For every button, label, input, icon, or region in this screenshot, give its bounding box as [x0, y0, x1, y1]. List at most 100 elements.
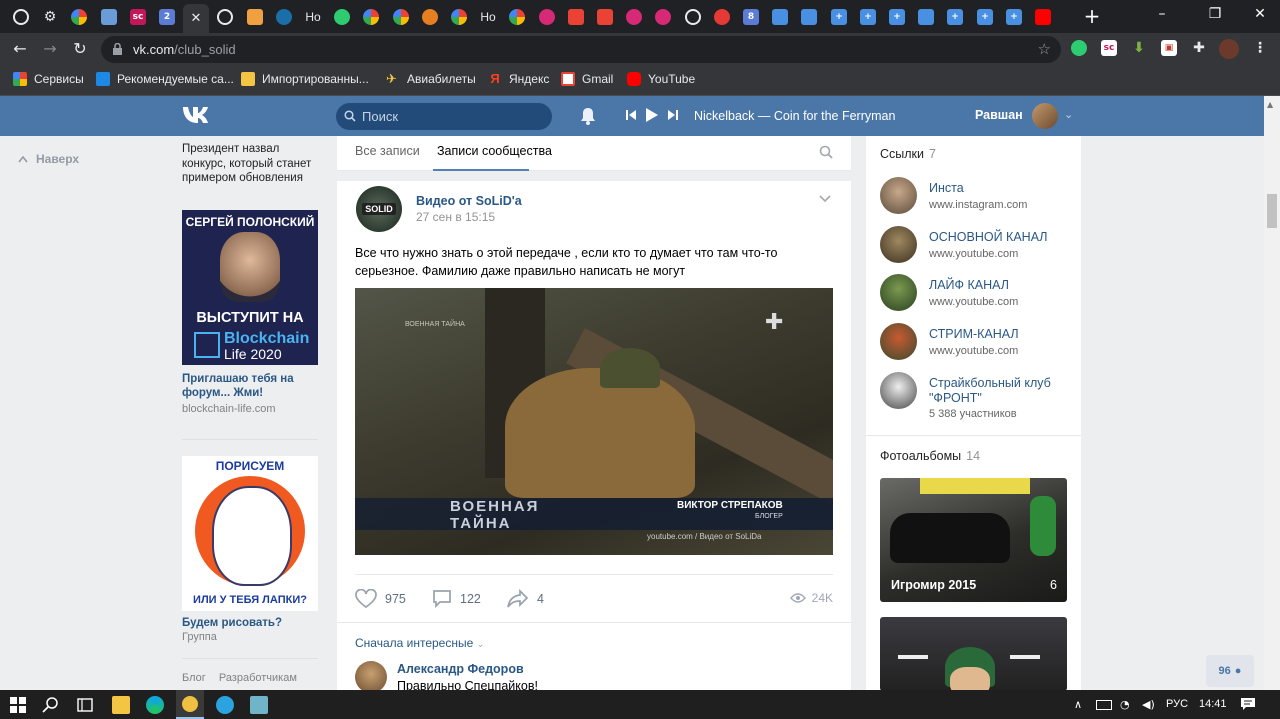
- browser-tab[interactable]: [504, 5, 530, 29]
- browser-tab[interactable]: [329, 5, 355, 29]
- browser-tab[interactable]: [709, 5, 735, 29]
- browser-tab[interactable]: [388, 5, 414, 29]
- browser-tab[interactable]: +: [942, 5, 968, 29]
- browser-tab[interactable]: +: [884, 5, 910, 29]
- extension-app-icon[interactable]: ▣: [1161, 40, 1177, 56]
- task-view-icon[interactable]: [76, 696, 94, 714]
- link-item[interactable]: Страйкбольный клуб "ФРОНТ" 5 388 участни…: [880, 372, 1080, 422]
- bookmark-recommended[interactable]: Рекомендуемые са...: [96, 72, 234, 86]
- search-icon[interactable]: [819, 145, 833, 159]
- ad1-link[interactable]: Приглашаю тебя на форум... Жми!: [182, 372, 318, 400]
- browser-tab[interactable]: [680, 5, 706, 29]
- current-track[interactable]: Nickelback — Coin for the Ferryman: [694, 109, 895, 123]
- bookmark-star-icon[interactable]: ☆: [1038, 40, 1051, 58]
- battery-icon[interactable]: [1096, 700, 1112, 710]
- browser-tab[interactable]: [621, 5, 647, 29]
- chevron-down-icon[interactable]: [819, 195, 831, 203]
- bookmark-imported[interactable]: Импортированны...: [241, 72, 369, 86]
- notifications-icon[interactable]: [1240, 697, 1256, 711]
- profile-avatar[interactable]: [1219, 39, 1239, 59]
- extension-green-icon[interactable]: [1071, 40, 1087, 56]
- chevron-down-icon[interactable]: ⌄: [1064, 108, 1073, 121]
- extension-sc-icon[interactable]: sc: [1101, 40, 1117, 56]
- browser-tab[interactable]: Ho: [300, 5, 326, 29]
- scroll-up-arrow-icon[interactable]: ▲: [1267, 100, 1273, 109]
- vk-search-input[interactable]: Поиск: [336, 103, 552, 130]
- link-item[interactable]: ЛАЙФ КАНАЛ www.youtube.com: [880, 274, 1080, 314]
- back-icon[interactable]: ←: [10, 39, 30, 58]
- like-button[interactable]: 975: [355, 589, 406, 608]
- tab-community-posts[interactable]: Записи сообщества: [437, 144, 552, 158]
- drawing-ad-image[interactable]: ПОРИСУЕМ ИЛИ У ТЕБЯ ЛАПКИ?: [182, 456, 318, 611]
- extension-download-icon[interactable]: ⬇: [1131, 40, 1147, 56]
- link-item[interactable]: ОСНОВНОЙ КАНАЛ www.youtube.com: [880, 226, 1080, 266]
- menu-icon[interactable]: ⋮: [1252, 40, 1268, 56]
- comments-sort-dropdown[interactable]: Сначала интересные ⌄: [355, 636, 484, 650]
- minimize-icon[interactable]: –: [1152, 6, 1172, 22]
- file-explorer-icon[interactable]: [112, 696, 130, 714]
- share-button[interactable]: 4: [507, 589, 544, 608]
- browser-tab[interactable]: Ho: [475, 5, 501, 29]
- browser-tab[interactable]: 8: [738, 5, 764, 29]
- links-header[interactable]: Ссылки 7: [880, 147, 936, 161]
- browser-tab[interactable]: [417, 5, 443, 29]
- extensions-puzzle-icon[interactable]: ✚: [1191, 40, 1207, 56]
- browser-tab[interactable]: [563, 5, 589, 29]
- page-scrollbar[interactable]: ▲: [1264, 96, 1280, 690]
- browser-tab[interactable]: ✕: [183, 4, 209, 33]
- scroll-to-top-button[interactable]: Наверх: [18, 152, 79, 166]
- browser-tab[interactable]: +: [855, 5, 881, 29]
- blockchain-ad-image[interactable]: СЕРГЕЙ ПОЛОНСКИЙ ВЫСТУПИТ НА Blockchain …: [182, 210, 318, 365]
- link-item[interactable]: СТРИМ-КАНАЛ www.youtube.com: [880, 323, 1080, 363]
- bookmark-services[interactable]: Сервисы: [13, 72, 84, 86]
- post-author[interactable]: Видео от SoLiD'a: [416, 194, 522, 208]
- browser-tab[interactable]: [592, 5, 618, 29]
- albums-header[interactable]: Фотоальбомы 14: [880, 449, 980, 463]
- vk-logo[interactable]: [181, 105, 213, 127]
- search-icon[interactable]: [42, 696, 60, 714]
- close-window-icon[interactable]: ✕: [1250, 6, 1270, 22]
- scrollbar-thumb[interactable]: [1267, 194, 1277, 228]
- browser-tab[interactable]: [212, 5, 238, 29]
- browser-tab[interactable]: [271, 5, 297, 29]
- commenter-avatar[interactable]: [355, 661, 387, 693]
- previous-track-icon[interactable]: [626, 110, 636, 120]
- browser-tab[interactable]: [96, 5, 122, 29]
- notepad-icon[interactable]: [250, 696, 268, 714]
- forward-icon[interactable]: →: [40, 39, 60, 58]
- browser-tab[interactable]: [767, 5, 793, 29]
- maximize-icon[interactable]: ❐: [1205, 6, 1225, 22]
- user-avatar[interactable]: [1032, 103, 1058, 129]
- bookmark-gmail[interactable]: Gmail: [561, 72, 613, 86]
- telegram-icon[interactable]: [216, 696, 234, 714]
- author-avatar[interactable]: SOLID: [356, 186, 402, 232]
- user-name[interactable]: Равшан: [975, 108, 1023, 122]
- tab-all-posts[interactable]: Все записи: [355, 144, 420, 158]
- network-icon[interactable]: ◔: [1120, 698, 1130, 711]
- bookmark-flights[interactable]: ✈ Авиабилеты: [386, 72, 476, 87]
- bookmark-yandex[interactable]: Я Яндекс: [488, 72, 549, 87]
- browser-tab[interactable]: [66, 5, 92, 29]
- ad2-link[interactable]: Будем рисовать?: [182, 616, 282, 630]
- next-track-icon[interactable]: [668, 110, 678, 120]
- browser-tab[interactable]: +: [1001, 5, 1027, 29]
- volume-icon[interactable]: ◀): [1142, 698, 1155, 711]
- footer-link-blog[interactable]: Блог: [182, 672, 206, 684]
- edge-icon[interactable]: [146, 696, 164, 714]
- clock[interactable]: 14:41: [1199, 698, 1227, 710]
- address-bar[interactable]: vk.com/club_solid ☆: [101, 36, 1061, 63]
- ad1-domain[interactable]: blockchain-life.com: [182, 402, 318, 416]
- play-icon[interactable]: ✚: [765, 310, 783, 335]
- album-card[interactable]: Игромир 2015 6: [880, 478, 1067, 602]
- post-date[interactable]: 27 сен в 15:15: [416, 210, 495, 224]
- bell-icon[interactable]: [580, 107, 596, 125]
- windows-start-icon[interactable]: [9, 696, 27, 714]
- reload-icon[interactable]: ↻: [70, 39, 90, 58]
- browser-tab[interactable]: [650, 5, 676, 29]
- browser-tab[interactable]: [534, 5, 560, 29]
- browser-tab[interactable]: [358, 5, 384, 29]
- bookmark-youtube[interactable]: YouTube: [627, 72, 695, 86]
- online-friends-button[interactable]: 96 ●: [1206, 655, 1254, 687]
- language-indicator[interactable]: РУС: [1166, 698, 1188, 710]
- browser-tab[interactable]: [913, 5, 939, 29]
